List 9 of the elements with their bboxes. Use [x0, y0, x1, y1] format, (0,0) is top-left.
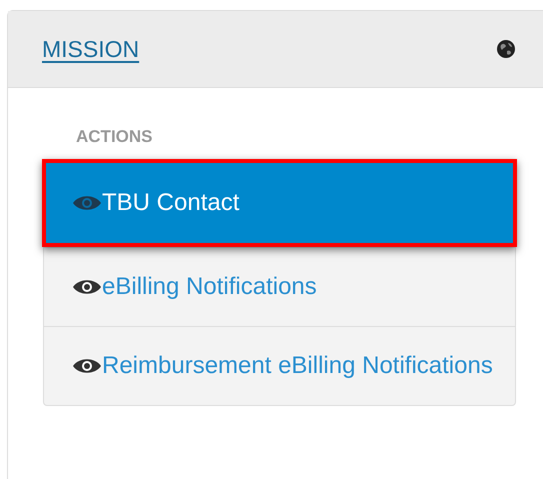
action-item[interactable]: eBilling Notifications	[44, 246, 515, 326]
globe-icon	[497, 40, 515, 58]
section-heading: ACTIONS	[75, 126, 154, 148]
action-item[interactable]: TBU Contact	[42, 158, 517, 246]
panel-title-link[interactable]: MISSION	[42, 32, 140, 66]
action-item[interactable]: Reimbursement eBilling Notifications	[44, 326, 515, 404]
eye-icon	[72, 278, 102, 296]
eye-icon	[72, 194, 102, 212]
eye-icon	[72, 356, 102, 374]
